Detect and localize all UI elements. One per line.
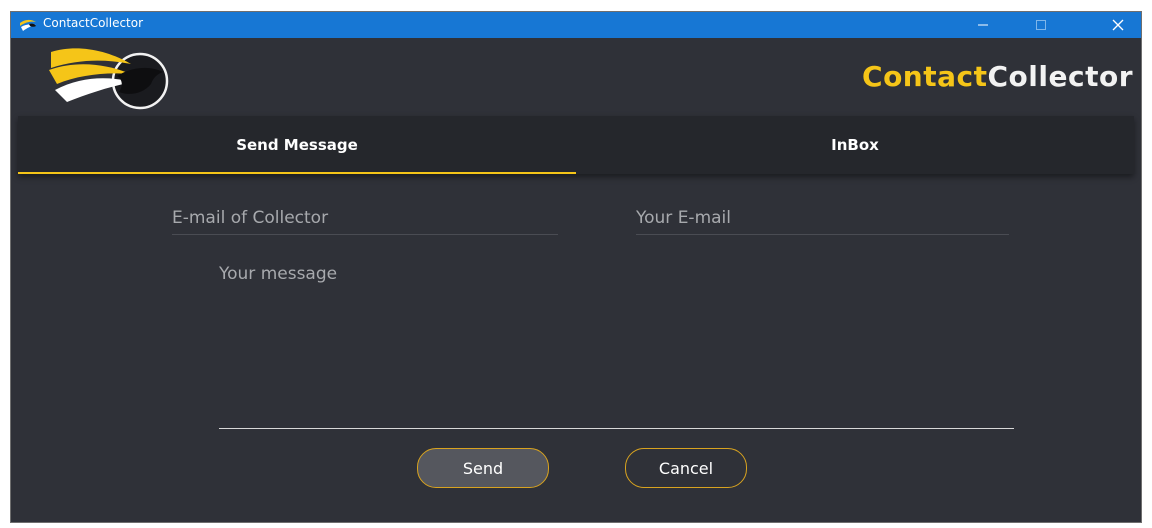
message-textarea[interactable] (219, 264, 1014, 429)
bird-logo-icon (20, 19, 36, 31)
close-button[interactable] (1096, 12, 1140, 38)
tab-send-message[interactable]: Send Message (18, 116, 576, 174)
title-bar: ContactCollector (11, 12, 1141, 38)
brand-title-rest: Collector (987, 60, 1133, 93)
bird-logo-icon (49, 48, 169, 110)
your-email-field[interactable] (636, 202, 1009, 235)
app-header: ContactCollector (11, 38, 1141, 116)
collector-email-field[interactable] (172, 202, 558, 235)
window-title: ContactCollector (43, 16, 144, 30)
maximize-icon (1036, 20, 1046, 30)
maximize-button[interactable] (1019, 12, 1063, 38)
cancel-button[interactable]: Cancel (625, 448, 747, 488)
minimize-icon (978, 24, 988, 26)
app-window: ContactCollector ContactCollector Send M… (11, 12, 1141, 522)
brand-title: ContactCollector (862, 60, 1133, 93)
tab-inbox[interactable]: InBox (576, 116, 1134, 174)
tab-bar: Send Message InBox (18, 116, 1134, 174)
send-button[interactable]: Send (417, 448, 549, 488)
minimize-button[interactable] (961, 12, 1005, 38)
close-icon (1112, 19, 1124, 31)
brand-title-accent: Contact (862, 60, 988, 93)
